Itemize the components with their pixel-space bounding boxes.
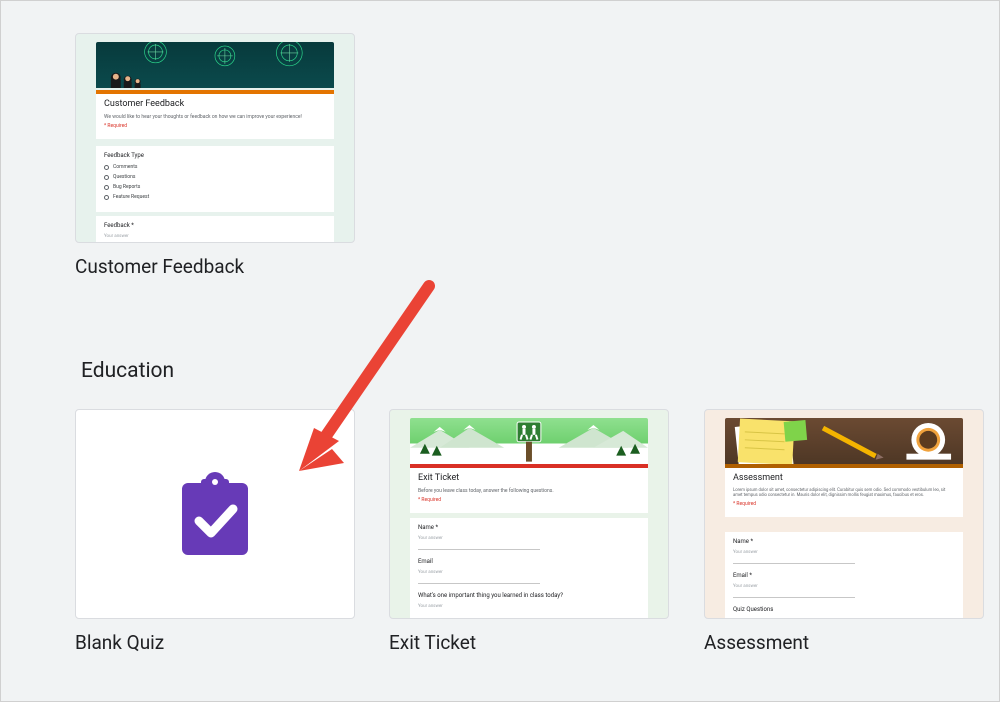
preview-required: * Required (418, 497, 640, 503)
template-card-blank-quiz[interactable]: Blank Quiz (75, 409, 355, 654)
preview-header: Assessment Lorem ipsum dolor sit amet, c… (725, 464, 963, 517)
preview-question-block: Feedback * Your answer (96, 216, 334, 243)
template-thumbnail[interactable] (75, 409, 355, 619)
section-header-education: Education (81, 359, 174, 383)
preview-title: Assessment (733, 473, 955, 484)
template-banner (96, 42, 334, 88)
preview-required: * Required (104, 123, 326, 129)
preview-required: * Required (733, 501, 955, 507)
template-card-assessment[interactable]: Assessment Lorem ipsum dolor sit amet, c… (704, 409, 984, 654)
template-banner (410, 418, 648, 464)
radio-icon (104, 175, 109, 180)
preview-question-label: Feedback Type (104, 152, 326, 159)
template-name: Assessment (704, 631, 984, 654)
preview-question-block: What's one important thing you learned i… (410, 586, 648, 618)
preview-title: Customer Feedback (104, 99, 326, 110)
template-name: Blank Quiz (75, 631, 355, 654)
preview-subtitle: Before you leave class today, answer the… (418, 488, 640, 494)
preview-question-label: Feedback * (104, 222, 326, 229)
template-thumbnail[interactable]: Assessment Lorem ipsum dolor sit amet, c… (704, 409, 984, 619)
radio-icon (104, 195, 109, 200)
template-name: Customer Feedback (75, 255, 355, 278)
clipboard-check-icon (177, 469, 253, 559)
preview-subtitle: Lorem ipsum dolor sit amet, consectetur … (733, 488, 955, 498)
radio-icon (104, 185, 109, 190)
template-banner (725, 418, 963, 464)
preview-placeholder: Your answer (104, 234, 326, 239)
radio-icon (104, 165, 109, 170)
preview-header: Customer Feedback We would like to hear … (96, 90, 334, 139)
template-card-customer-feedback[interactable]: Customer Feedback We would like to hear … (75, 33, 355, 278)
preview-title: Exit Ticket (418, 473, 640, 484)
preview-question-block: Quiz Questions (725, 600, 963, 619)
preview-subtitle: We would like to hear your thoughts or f… (104, 114, 326, 120)
template-card-exit-ticket[interactable]: Exit Ticket Before you leave class today… (389, 409, 669, 654)
template-thumbnail[interactable]: Exit Ticket Before you leave class today… (389, 409, 669, 619)
preview-header: Exit Ticket Before you leave class today… (410, 464, 648, 513)
template-thumbnail[interactable]: Customer Feedback We would like to hear … (75, 33, 355, 243)
preview-question-block: Feedback Type Comments Questions Bug Rep… (96, 146, 334, 212)
template-name: Exit Ticket (389, 631, 669, 654)
